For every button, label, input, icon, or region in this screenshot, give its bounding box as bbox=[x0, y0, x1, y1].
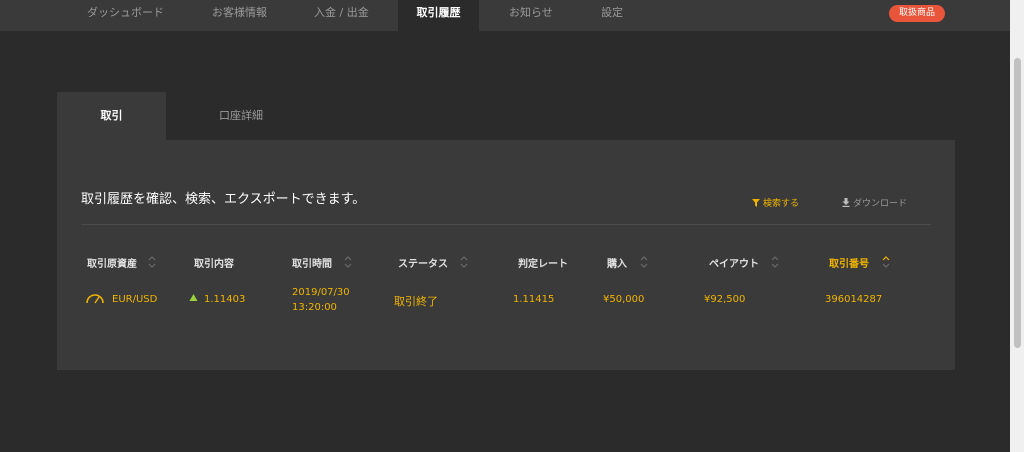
cell-purchase: ¥50,000 bbox=[603, 294, 645, 305]
sort-trade-number-icon[interactable] bbox=[881, 254, 891, 268]
download-icon bbox=[842, 198, 850, 210]
cell-status: 取引終了 bbox=[394, 295, 438, 308]
nav-notices[interactable]: お知らせ bbox=[509, 0, 553, 31]
search-label: 検索する bbox=[763, 199, 800, 209]
page-title: 取引履歴を確認、検索、エクスポートできます。 bbox=[81, 192, 366, 207]
cell-time-date: 2019/07/30 bbox=[292, 287, 350, 298]
trade-history-panel: 取引履歴を確認、検索、エクスポートできます。 検索する ダウンロード 取引原資産… bbox=[57, 140, 955, 370]
cell-rate: 1.11415 bbox=[513, 294, 555, 305]
products-badge-button[interactable]: 取扱商品 bbox=[889, 5, 945, 22]
nav-deposit-withdraw[interactable]: 入金 / 出金 bbox=[314, 0, 369, 31]
filter-icon bbox=[752, 199, 760, 210]
up-arrow-icon bbox=[189, 293, 198, 305]
header-time[interactable]: 取引時間 bbox=[292, 255, 332, 270]
nav-settings[interactable]: 設定 bbox=[601, 0, 623, 31]
sort-payout-icon[interactable] bbox=[770, 254, 780, 268]
nav-dashboard[interactable]: ダッシュボード bbox=[87, 0, 164, 31]
header-status[interactable]: ステータス bbox=[398, 255, 448, 270]
header-content: 取引内容 bbox=[194, 259, 234, 270]
gauge-icon bbox=[85, 292, 105, 307]
search-button[interactable]: 検索する bbox=[752, 196, 799, 210]
tab-account-details[interactable]: 口座詳細 bbox=[166, 92, 316, 140]
nav-trade-history[interactable]: 取引履歴 bbox=[398, 0, 479, 31]
cell-payout: ¥92,500 bbox=[704, 294, 746, 305]
divider bbox=[81, 224, 931, 225]
sort-status-icon[interactable] bbox=[459, 254, 469, 268]
download-button[interactable]: ダウンロード bbox=[842, 196, 907, 210]
cell-content: 1.11403 bbox=[204, 294, 246, 305]
header-payout[interactable]: ペイアウト bbox=[709, 255, 759, 270]
header-trade-number[interactable]: 取引番号 bbox=[829, 255, 869, 270]
header-purchase[interactable]: 購入 bbox=[607, 255, 627, 270]
header-asset[interactable]: 取引原資産 bbox=[87, 255, 137, 270]
page-scrollbar[interactable] bbox=[1010, 0, 1024, 452]
scrollbar-thumb[interactable] bbox=[1014, 58, 1021, 348]
cell-asset: EUR/USD bbox=[112, 294, 158, 305]
nav-customer-info[interactable]: お客様情報 bbox=[212, 0, 267, 31]
download-label: ダウンロード bbox=[853, 199, 908, 209]
tab-trades[interactable]: 取引 bbox=[57, 92, 166, 140]
sort-asset-icon[interactable] bbox=[147, 254, 157, 268]
sort-time-icon[interactable] bbox=[343, 254, 353, 268]
cell-trade-number[interactable]: 396014287 bbox=[825, 294, 882, 305]
top-nav: ダッシュボード お客様情報 入金 / 出金 取引履歴 お知らせ 設定 取扱商品 bbox=[0, 0, 1010, 31]
cell-time-clock: 13:20:00 bbox=[292, 302, 337, 313]
sort-purchase-icon[interactable] bbox=[639, 254, 649, 268]
header-rate: 判定レート bbox=[518, 259, 568, 270]
